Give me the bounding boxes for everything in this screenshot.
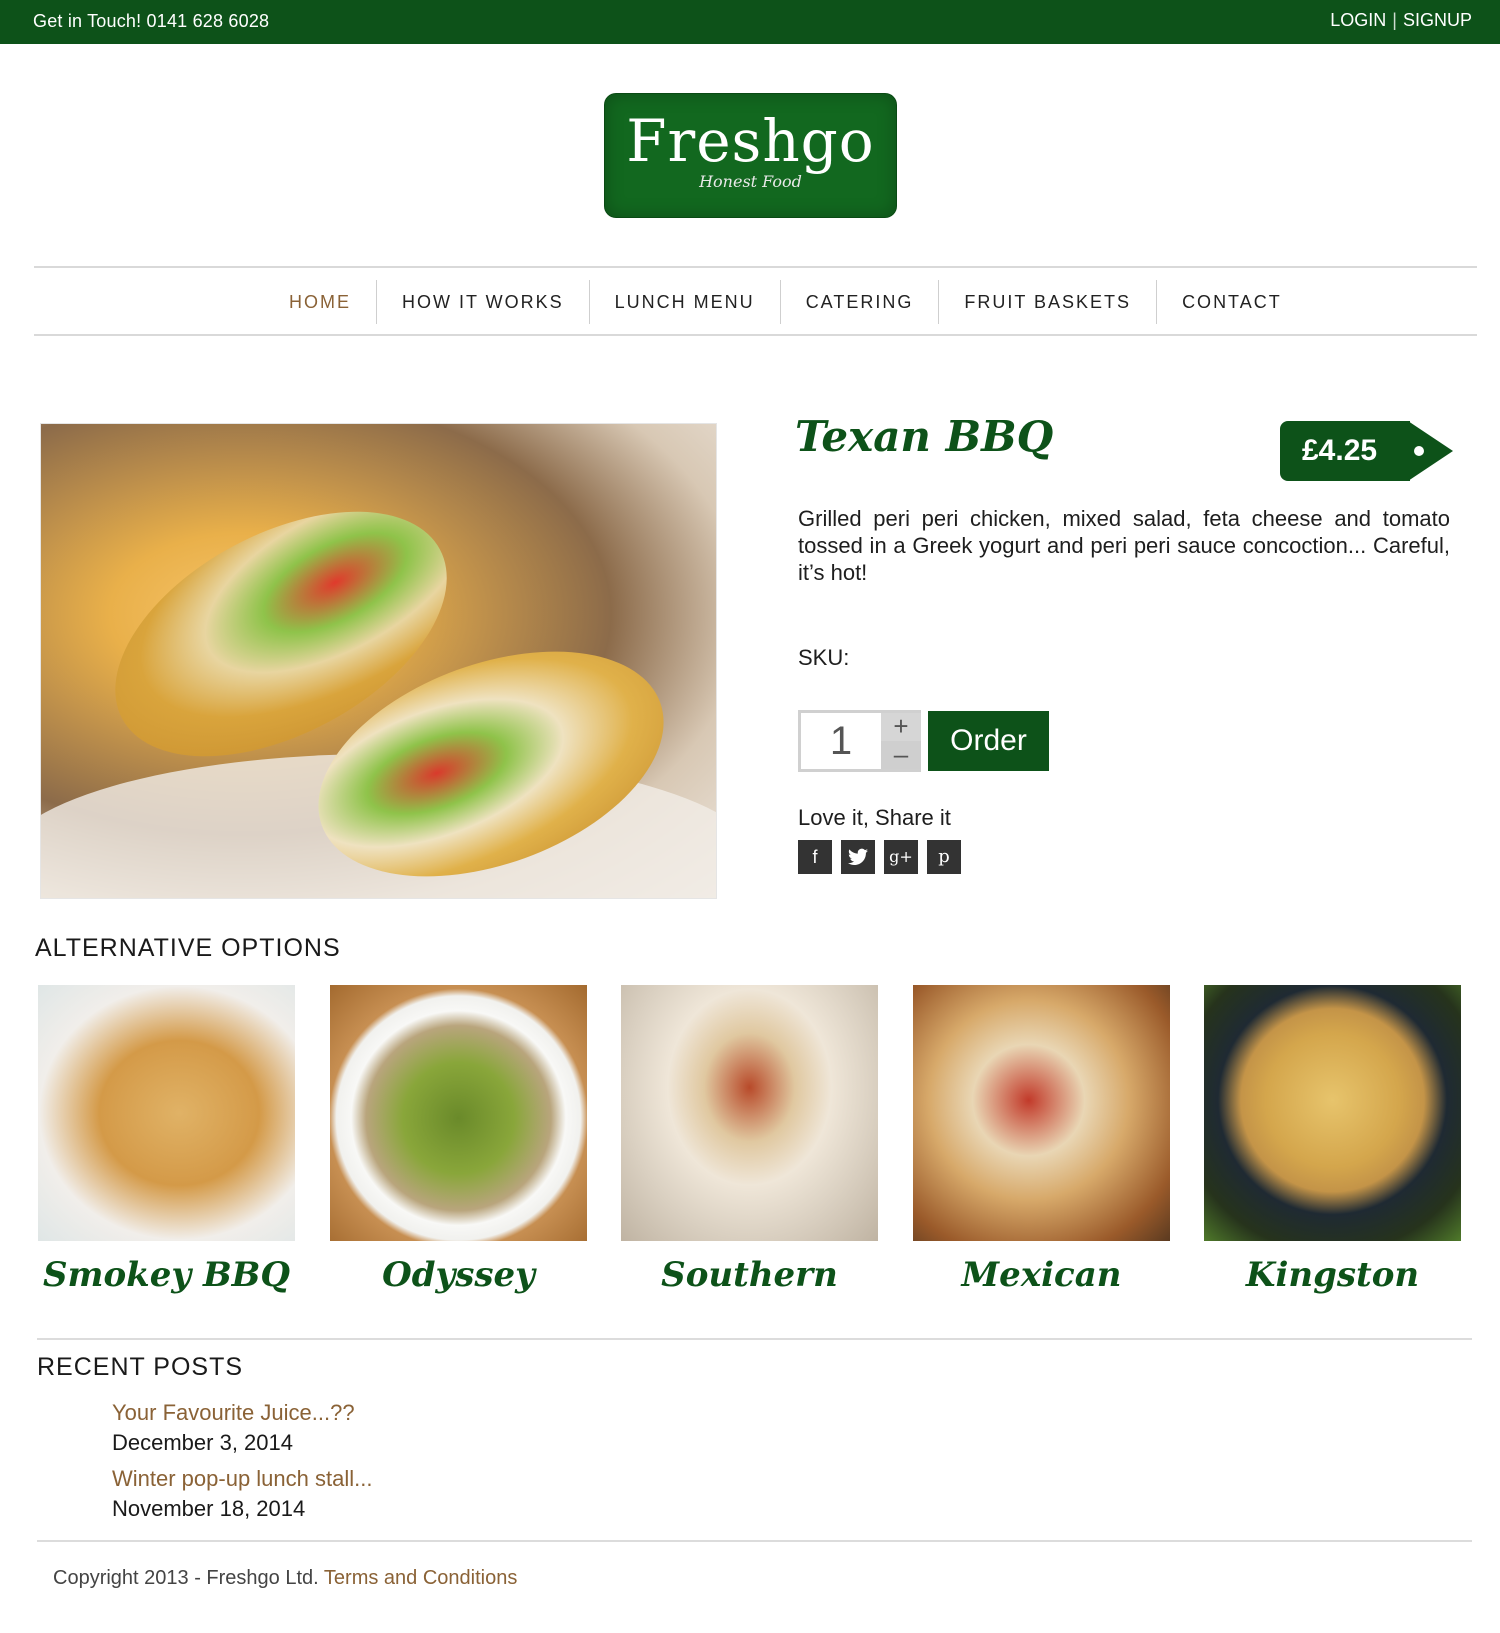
alternative-item[interactable]: Southern: [621, 985, 878, 1295]
main-navigation: HOME HOW IT WORKS LUNCH MENU CATERING FR…: [264, 278, 1307, 326]
product-image: [40, 423, 717, 899]
post-item: Winter pop-up lunch stall... November 18…: [112, 1466, 372, 1522]
twitter-icon[interactable]: [841, 840, 875, 874]
post-title-link[interactable]: Winter pop-up lunch stall...: [112, 1466, 372, 1492]
alternative-name: Mexican: [961, 1255, 1122, 1295]
alternative-name: Smokey BBQ: [42, 1255, 291, 1295]
order-button[interactable]: Order: [928, 711, 1049, 771]
footer-divider: [37, 1540, 1472, 1542]
sku-label: SKU:: [798, 645, 850, 670]
facebook-icon[interactable]: f: [798, 840, 832, 874]
share-label: Love it, Share it: [798, 805, 951, 830]
product-description: Grilled peri peri chicken, mixed salad, …: [798, 506, 1450, 585]
nav-catering[interactable]: CATERING: [781, 280, 940, 324]
nav-home[interactable]: HOME: [264, 280, 377, 324]
nav-contact[interactable]: CONTACT: [1157, 280, 1307, 324]
signup-link[interactable]: SIGNUP: [1403, 10, 1472, 31]
alternative-name: Kingston: [1245, 1255, 1420, 1295]
alternative-image: [621, 985, 878, 1241]
login-link[interactable]: LOGIN: [1330, 10, 1386, 31]
nav-bottom-divider: [34, 334, 1477, 336]
alternative-item[interactable]: Odyssey: [330, 985, 587, 1295]
recent-posts-heading: RECENT POSTS: [37, 1353, 244, 1381]
freshgo-logo[interactable]: Freshgo Honest Food: [604, 93, 897, 218]
pinterest-icon[interactable]: p: [927, 840, 961, 874]
alternative-image: [38, 985, 295, 1241]
alternative-item[interactable]: Kingston: [1204, 985, 1461, 1295]
section-divider: [37, 1338, 1472, 1340]
terms-link[interactable]: Terms and Conditions: [324, 1567, 517, 1589]
alternative-image: [330, 985, 587, 1241]
post-date: December 3, 2014: [112, 1430, 293, 1455]
post-item: Your Favourite Juice...?? December 3, 20…: [112, 1400, 355, 1456]
quantity-increment-button[interactable]: +: [881, 713, 921, 741]
copyright-text: Copyright 2013 - Freshgo Ltd.: [53, 1567, 319, 1589]
quantity-input[interactable]: 1: [801, 713, 881, 769]
nav-fruit-baskets[interactable]: FRUIT BASKETS: [939, 280, 1158, 324]
alternative-item[interactable]: Mexican: [913, 985, 1170, 1295]
logo-name: Freshgo: [626, 107, 875, 175]
auth-separator: |: [1392, 10, 1397, 30]
top-bar: Get in Touch! 0141 628 6028 LOGIN | SIGN…: [0, 0, 1500, 44]
contact-phone: Get in Touch! 0141 628 6028: [33, 11, 270, 31]
post-title-link[interactable]: Your Favourite Juice...??: [112, 1400, 355, 1426]
post-date: November 18, 2014: [112, 1496, 306, 1521]
quantity-stepper: 1 + –: [798, 710, 921, 772]
nav-how-it-works[interactable]: HOW IT WORKS: [377, 280, 590, 324]
social-share-buttons: f g+ p: [798, 840, 961, 874]
google-plus-icon[interactable]: g+: [884, 840, 918, 874]
alternative-name: Odyssey: [382, 1255, 535, 1295]
quantity-decrement-button[interactable]: –: [881, 741, 921, 769]
price-value: £4.25: [1280, 421, 1410, 481]
alternative-image: [1204, 985, 1461, 1241]
alternatives-heading: ALTERNATIVE OPTIONS: [35, 934, 341, 962]
price-tag-hole: [1414, 446, 1424, 456]
footer: Copyright 2013 - Freshgo Ltd. Terms and …: [53, 1567, 517, 1590]
price-tag: £4.25: [1280, 421, 1453, 481]
nav-lunch-menu[interactable]: LUNCH MENU: [590, 280, 781, 324]
nav-top-divider: [34, 266, 1477, 268]
product-title: Texan BBQ: [795, 412, 1054, 461]
alternative-image: [913, 985, 1170, 1241]
alternative-item[interactable]: Smokey BBQ: [38, 985, 295, 1295]
auth-links: LOGIN | SIGNUP: [1330, 10, 1472, 31]
alternative-name: Southern: [661, 1255, 838, 1295]
